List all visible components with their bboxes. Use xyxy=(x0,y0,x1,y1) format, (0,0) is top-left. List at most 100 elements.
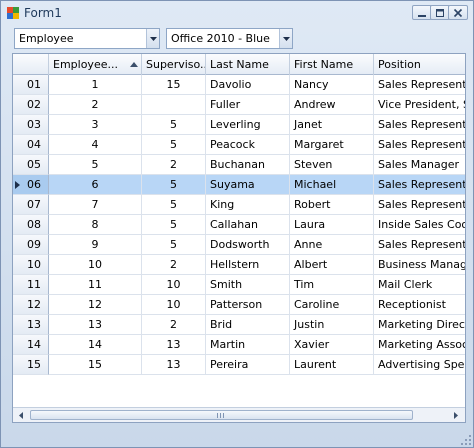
column-header-first-name[interactable]: First Name xyxy=(290,54,374,75)
table-select-dropdown-button[interactable] xyxy=(146,29,159,48)
row-header[interactable]: 08 xyxy=(13,215,49,235)
cell-employee-id[interactable]: 1 xyxy=(49,75,142,95)
row-header[interactable]: 03 xyxy=(13,115,49,135)
theme-select[interactable]: Office 2010 - Blue xyxy=(166,28,293,49)
cell-position[interactable]: Mail Clerk xyxy=(374,275,465,295)
cell-employee-id[interactable]: 9 xyxy=(49,235,142,255)
cell-last-name[interactable]: Peacock xyxy=(206,135,290,155)
cell-first-name[interactable]: Albert xyxy=(290,255,374,275)
theme-select-dropdown-button[interactable] xyxy=(279,29,292,48)
table-row[interactable]: 151513PereiraLaurentAdvertising Speciali… xyxy=(13,355,465,375)
cell-last-name[interactable]: Suyama xyxy=(206,175,290,195)
cell-employee-id[interactable]: 15 xyxy=(49,355,142,375)
cell-last-name[interactable]: Pereira xyxy=(206,355,290,375)
minimize-button[interactable] xyxy=(412,5,432,20)
employee-grid[interactable]: Employee... Superviso... Last Name First… xyxy=(12,53,466,423)
column-header-last-name[interactable]: Last Name xyxy=(206,54,290,75)
cell-supervisor[interactable]: 15 xyxy=(142,75,206,95)
scroll-left-button[interactable] xyxy=(14,409,29,422)
row-header[interactable]: 10 xyxy=(13,255,49,275)
row-header[interactable]: 04 xyxy=(13,135,49,155)
cell-employee-id[interactable]: 2 xyxy=(49,95,142,115)
cell-position[interactable]: Sales Representative xyxy=(374,195,465,215)
cell-first-name[interactable]: Justin xyxy=(290,315,374,335)
cell-position[interactable]: Sales Representative xyxy=(374,115,465,135)
cell-supervisor[interactable]: 2 xyxy=(142,315,206,335)
cell-employee-id[interactable]: 5 xyxy=(49,155,142,175)
table-row[interactable]: 0665SuyamaMichaelSales Representative xyxy=(13,175,465,195)
row-header[interactable]: 01 xyxy=(13,75,49,95)
cell-last-name[interactable]: Patterson xyxy=(206,295,290,315)
cell-position[interactable]: Inside Sales Coordinator xyxy=(374,215,465,235)
cell-supervisor[interactable]: 13 xyxy=(142,335,206,355)
scroll-right-button[interactable] xyxy=(449,409,464,422)
column-header-employee-id[interactable]: Employee... xyxy=(49,54,142,75)
cell-last-name[interactable]: Martin xyxy=(206,335,290,355)
row-header[interactable]: 11 xyxy=(13,275,49,295)
cell-first-name[interactable]: Steven xyxy=(290,155,374,175)
cell-employee-id[interactable]: 6 xyxy=(49,175,142,195)
row-header[interactable]: 05 xyxy=(13,155,49,175)
cell-supervisor[interactable]: 5 xyxy=(142,235,206,255)
cell-employee-id[interactable]: 12 xyxy=(49,295,142,315)
cell-first-name[interactable]: Janet xyxy=(290,115,374,135)
cell-last-name[interactable]: King xyxy=(206,195,290,215)
cell-supervisor[interactable] xyxy=(142,95,206,115)
cell-position[interactable]: Marketing Associate xyxy=(374,335,465,355)
table-row[interactable]: 10102HellsternAlbertBusiness Manager xyxy=(13,255,465,275)
cell-position[interactable]: Receptionist xyxy=(374,295,465,315)
cell-last-name[interactable]: Brid xyxy=(206,315,290,335)
cell-first-name[interactable]: Caroline xyxy=(290,295,374,315)
cell-employee-id[interactable]: 14 xyxy=(49,335,142,355)
cell-employee-id[interactable]: 7 xyxy=(49,195,142,215)
cell-position[interactable]: Advertising Specialist xyxy=(374,355,465,375)
row-header[interactable]: 09 xyxy=(13,235,49,255)
scrollbar-thumb[interactable] xyxy=(30,410,413,420)
cell-first-name[interactable]: Nancy xyxy=(290,75,374,95)
cell-first-name[interactable]: Robert xyxy=(290,195,374,215)
column-header-supervisor[interactable]: Superviso... xyxy=(142,54,206,75)
table-row[interactable]: 11 11 10 Smith Tim Mail Clerk xyxy=(13,275,465,295)
cell-employee-id[interactable]: 3 xyxy=(49,115,142,135)
cell-supervisor[interactable]: 5 xyxy=(142,215,206,235)
table-row[interactable]: 0995DodsworthAnneSales Representative xyxy=(13,235,465,255)
cell-last-name[interactable]: Leverling xyxy=(206,115,290,135)
cell-supervisor[interactable]: 10 xyxy=(142,275,206,295)
cell-first-name[interactable]: Tim xyxy=(290,275,374,295)
cell-position[interactable]: Sales Representative xyxy=(374,75,465,95)
table-row[interactable]: 0445PeacockMargaretSales Representative xyxy=(13,135,465,155)
cell-last-name[interactable]: Davolio xyxy=(206,75,290,95)
cell-first-name[interactable]: Margaret xyxy=(290,135,374,155)
table-row[interactable]: 141413MartinXavierMarketing Associate xyxy=(13,335,465,355)
close-button[interactable] xyxy=(448,5,468,20)
cell-supervisor[interactable]: 10 xyxy=(142,295,206,315)
cell-supervisor[interactable]: 13 xyxy=(142,355,206,375)
table-select[interactable]: Employee xyxy=(14,28,160,49)
cell-last-name[interactable]: Hellstern xyxy=(206,255,290,275)
cell-position[interactable]: Sales Representative xyxy=(374,175,465,195)
table-row[interactable]: 0775KingRobertSales Representative xyxy=(13,195,465,215)
cell-first-name[interactable]: Laura xyxy=(290,215,374,235)
column-header-position[interactable]: Position xyxy=(374,54,465,75)
title-bar[interactable]: Form1 xyxy=(1,1,473,25)
table-row[interactable]: 01115DavolioNancySales Representative xyxy=(13,75,465,95)
cell-position[interactable]: Sales Representative xyxy=(374,235,465,255)
cell-first-name[interactable]: Anne xyxy=(290,235,374,255)
horizontal-scrollbar[interactable] xyxy=(13,407,465,422)
cell-employee-id[interactable]: 10 xyxy=(49,255,142,275)
cell-supervisor[interactable]: 2 xyxy=(142,255,206,275)
cell-first-name[interactable]: Andrew xyxy=(290,95,374,115)
cell-position[interactable]: Vice President, Sales xyxy=(374,95,465,115)
cell-last-name[interactable]: Dodsworth xyxy=(206,235,290,255)
row-header[interactable]: 15 xyxy=(13,355,49,375)
cell-employee-id[interactable]: 8 xyxy=(49,215,142,235)
cell-employee-id[interactable]: 11 xyxy=(49,275,142,295)
row-header[interactable]: 02 xyxy=(13,95,49,115)
cell-position[interactable]: Marketing Director xyxy=(374,315,465,335)
cell-position[interactable]: Business Manager xyxy=(374,255,465,275)
cell-supervisor[interactable]: 2 xyxy=(142,155,206,175)
resize-grip-icon[interactable] xyxy=(461,435,471,445)
cell-employee-id[interactable]: 13 xyxy=(49,315,142,335)
cell-employee-id[interactable]: 4 xyxy=(49,135,142,155)
cell-last-name[interactable]: Callahan xyxy=(206,215,290,235)
